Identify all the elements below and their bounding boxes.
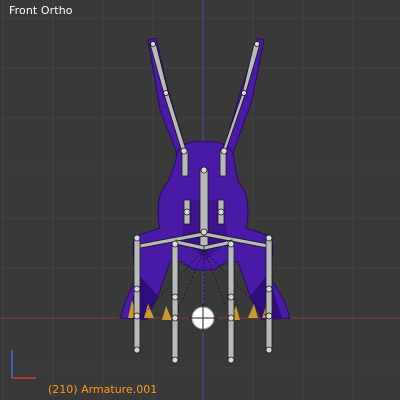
- claw-left-3: [162, 306, 172, 320]
- bone-leg-outer-right-lower: [265, 289, 273, 351]
- bone-leg-inner-right-lower: [227, 297, 235, 361]
- viewport-grid: [0, 0, 400, 400]
- bone-leg-outer-left-lower: [133, 289, 141, 351]
- view-name-label: Front Ortho: [9, 4, 73, 17]
- axis-gizmo: [11, 350, 36, 379]
- active-object-status: (210) Armature.001: [48, 383, 158, 396]
- bone-leg-inner-left-lower: [171, 297, 179, 361]
- 3d-cursor-icon[interactable]: [189, 304, 217, 332]
- bone-leg-outer-right-upper: [265, 237, 273, 289]
- bone-spine: [199, 169, 209, 251]
- bone-leg-inner-right-upper: [227, 243, 235, 297]
- bone-leg-inner-left-upper: [171, 243, 179, 297]
- 3d-viewport[interactable]: Front Ortho (210) Armature.001: [0, 0, 400, 400]
- bone-leg-outer-left-upper: [133, 237, 141, 289]
